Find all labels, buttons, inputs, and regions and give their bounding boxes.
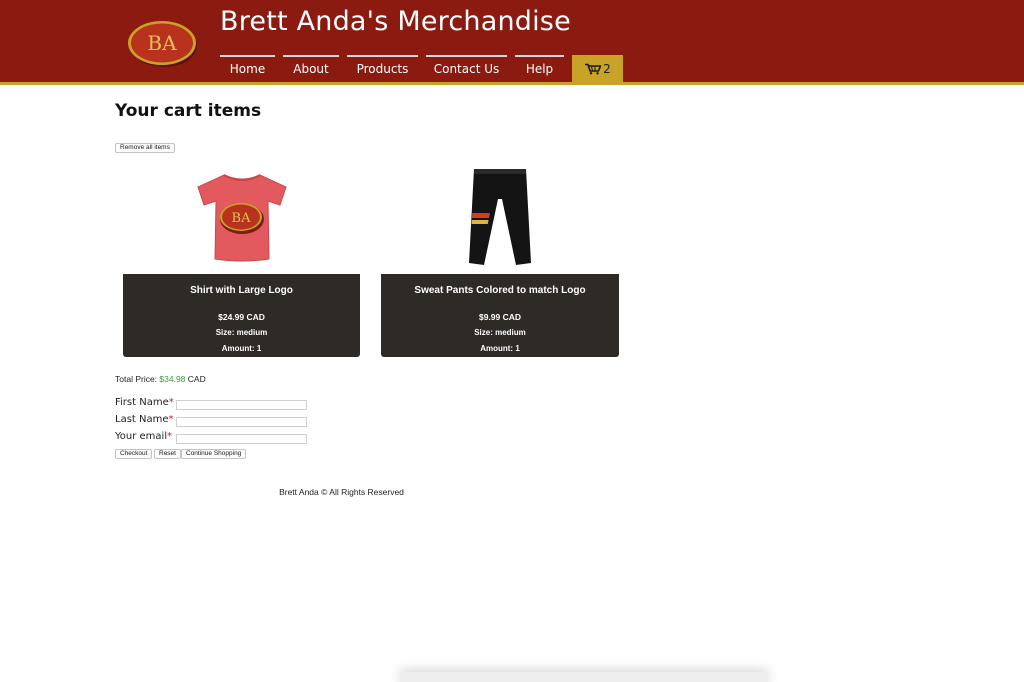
footer-text: Brett Anda © All Rights Reserved	[279, 487, 404, 497]
nav-cart-button[interactable]: 2	[572, 55, 623, 82]
total-price-value: $34.98	[159, 374, 186, 384]
checkout-button[interactable]: Checkout	[115, 449, 153, 459]
last-name-label: Last Name*	[115, 414, 174, 425]
total-price-label: Total Price:	[115, 374, 160, 384]
required-mark: *	[168, 414, 174, 425]
email-label-text: Your email	[115, 431, 168, 442]
nav-contact-us[interactable]: Contact Us	[426, 55, 507, 82]
logo-text: BA	[147, 31, 177, 55]
last-name-field[interactable]	[176, 417, 307, 427]
cart-item-price: $24.99 CAD	[218, 312, 265, 322]
sweat-pants-icon	[469, 169, 531, 265]
ba-logo-icon: BA	[128, 21, 197, 67]
product-image-pants[interactable]	[381, 160, 619, 274]
email-field[interactable]	[176, 434, 307, 444]
product-image-shirt[interactable]: BA	[123, 160, 360, 274]
nav-home[interactable]: Home	[220, 55, 275, 82]
reset-button[interactable]: Reset	[154, 449, 181, 459]
cart-count: 2	[603, 61, 611, 76]
total-price: Total Price: $34.98 CAD	[115, 374, 206, 384]
page-title: Your cart items	[115, 101, 262, 121]
shopping-cart-icon	[585, 63, 602, 74]
first-name-label: First Name*	[115, 397, 174, 408]
cart-item-size: Size: medium	[474, 328, 526, 337]
first-name-field[interactable]	[176, 400, 307, 410]
bottom-panel-edge	[400, 672, 768, 682]
remove-all-items-button[interactable]: Remove all items	[115, 143, 175, 153]
site-logo[interactable]: BA	[127, 20, 197, 68]
cart-item-card: Shirt with Large Logo $24.99 CAD Size: m…	[123, 274, 360, 357]
required-mark: *	[167, 431, 173, 442]
nav-about[interactable]: About	[283, 55, 339, 82]
cart-item-price: $9.99 CAD	[478, 312, 522, 322]
header-accent-line	[0, 82, 1024, 85]
shirt-logo-text: BA	[231, 211, 251, 226]
cart-item-name: Shirt with Large Logo	[190, 285, 293, 296]
nav-help[interactable]: Help	[515, 55, 564, 82]
continue-shopping-button[interactable]: Continue Shopping	[181, 449, 247, 459]
cart-item-amount: Amount: 1	[221, 344, 262, 353]
cart-item-card: Sweat Pants Colored to match Logo $9.99 …	[381, 274, 619, 357]
required-mark: *	[168, 397, 174, 408]
cart-item-size: Size: medium	[215, 328, 268, 337]
site-title[interactable]: Brett Anda's Merchandise	[220, 6, 571, 37]
t-shirt-icon: BA	[196, 174, 287, 262]
cart-item-name: Sweat Pants Colored to match Logo	[414, 285, 586, 296]
email-label: Your email*	[115, 431, 172, 442]
first-name-label-text: First Name	[115, 397, 169, 408]
last-name-label-text: Last Name	[115, 414, 169, 425]
total-price-currency: CAD	[185, 374, 206, 384]
cart-item-amount: Amount: 1	[480, 344, 520, 353]
nav-products[interactable]: Products	[347, 55, 418, 82]
